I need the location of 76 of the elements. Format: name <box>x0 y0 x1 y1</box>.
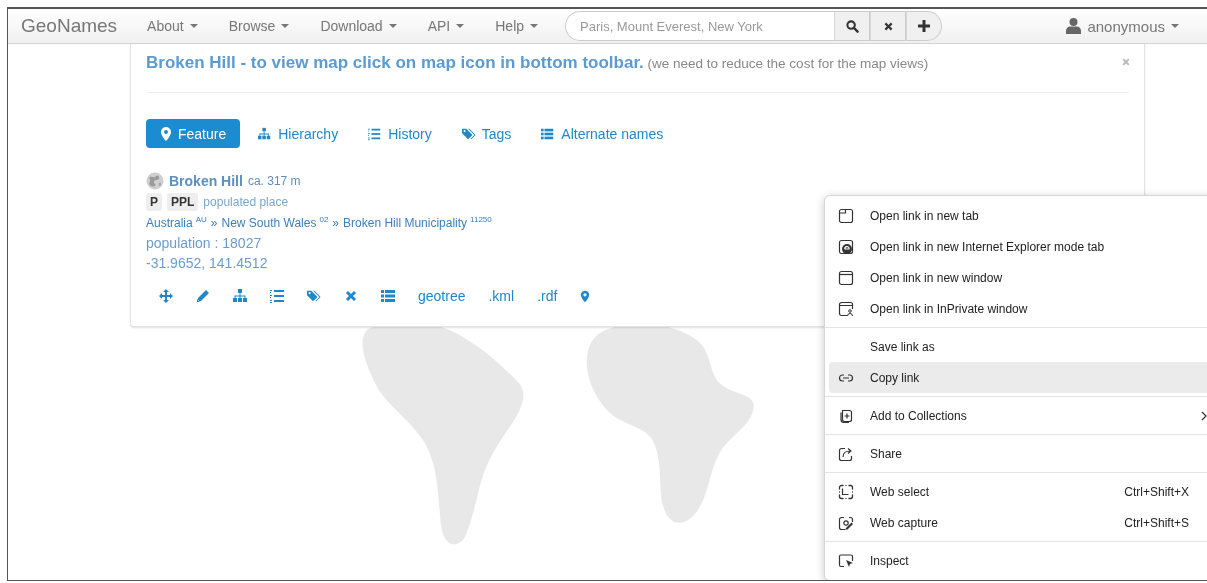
brand-link[interactable]: GeoNames <box>21 15 118 37</box>
user-icon <box>1066 18 1082 34</box>
toolbar-link[interactable]: .kml <box>488 288 515 304</box>
toolbar-link[interactable]: .rdf <box>537 288 558 304</box>
breadcrumb-link[interactable]: New South Wales $^{02}$ <box>221 215 329 230</box>
inspect-icon <box>838 552 854 569</box>
feature-code-label: P <box>146 192 162 211</box>
tab[interactable]: Tags <box>447 119 526 148</box>
search-icon <box>845 19 859 33</box>
tab[interactable]: History <box>354 119 446 148</box>
select-icon <box>838 483 854 500</box>
menu-item[interactable]: Copy link <box>829 362 1207 393</box>
collections-icon <box>838 407 854 424</box>
close-icon <box>882 20 894 32</box>
menu-item[interactable]: Web select Ctrl+Shift+X <box>829 476 1207 507</box>
menu-item[interactable]: Add to Collections <box>829 400 1207 431</box>
tags-icon[interactable] <box>307 289 321 303</box>
menu-item[interactable]: Open link in InPrivate window <box>829 293 1207 324</box>
menu-item[interactable]: Inspect <box>829 545 1207 576</box>
share-icon <box>838 445 854 462</box>
coordinates-text: -31.9652, 141.4512 <box>146 254 268 273</box>
breadcrumb-link[interactable]: Broken Hill Municipality $^{11250}$ <box>343 215 492 230</box>
window-icon <box>838 269 854 286</box>
nav-menu[interactable]: About <box>147 18 198 34</box>
user-menu[interactable]: anonymous <box>1066 17 1179 35</box>
nav-menu[interactable]: Browse <box>228 18 290 34</box>
tab[interactable]: Alternate names <box>527 119 678 148</box>
sitemap-icon[interactable] <box>233 289 247 303</box>
nav-menu[interactable]: Help <box>495 18 539 34</box>
toolbar-link[interactable]: geotree <box>418 288 466 304</box>
nav-menu[interactable]: API <box>427 18 465 34</box>
numbered-list-icon[interactable] <box>270 289 284 303</box>
caret-icon[interactable] <box>388 24 397 28</box>
globe-icon <box>146 171 164 190</box>
browser-page-icon <box>838 238 854 255</box>
close-icon[interactable] <box>344 289 358 303</box>
menu-item[interactable]: Open link in new Internet Explorer mode tab <box>829 231 1207 262</box>
menu-item[interactable]: Open link in new tab <box>829 200 1207 231</box>
numbered-list-icon <box>368 126 383 141</box>
move-icon[interactable] <box>159 289 173 303</box>
add-button[interactable] <box>906 11 943 41</box>
list-icon[interactable] <box>381 289 395 303</box>
pencil-icon[interactable] <box>196 289 210 303</box>
pin-icon[interactable] <box>580 289 591 303</box>
plus-icon <box>918 20 931 32</box>
caret-icon[interactable] <box>281 24 290 28</box>
feature-code-label: PPL <box>167 192 199 211</box>
nav-menu[interactable]: Download <box>320 18 397 34</box>
tab[interactable]: Hierarchy <box>244 119 353 148</box>
elevation-text: ca. 317 m <box>247 173 301 188</box>
breadcrumb-separator: » <box>332 215 340 230</box>
list-icon <box>541 126 556 141</box>
caret-icon[interactable] <box>1171 24 1179 28</box>
search-button[interactable] <box>834 11 871 41</box>
population-text: population : 18027 <box>146 234 262 253</box>
pin-icon <box>160 126 172 141</box>
feature-name-link[interactable]: Broken Hill <box>169 172 243 189</box>
caret-icon[interactable] <box>189 24 198 28</box>
feature-class-text: populated place <box>203 194 289 209</box>
clear-button[interactable] <box>870 11 907 41</box>
tab-icon <box>838 207 854 224</box>
menu-item[interactable]: Share <box>829 438 1207 469</box>
notice-text: Broken Hill - to view map click on map icon in bottom toolbar. (we need to reduce the cost for the map views) <box>146 53 929 73</box>
sitemap-icon <box>258 126 273 141</box>
menu-item[interactable]: Save link as <box>829 331 1207 362</box>
private-window-icon <box>838 300 854 317</box>
breadcrumb-link[interactable]: Australia $^{AU}$ <box>146 215 207 230</box>
search-field[interactable]: Paris, Mount Everest, New York <box>565 11 835 41</box>
tab[interactable]: Feature <box>146 119 241 148</box>
caret-icon[interactable] <box>456 24 465 28</box>
tags-icon <box>461 126 476 141</box>
breadcrumb-separator: » <box>210 215 218 230</box>
menu-item[interactable]: Web capture Ctrl+Shift+S <box>829 507 1207 538</box>
caret-icon[interactable] <box>530 24 539 28</box>
menu-item[interactable]: Open link in new window <box>829 262 1207 293</box>
capture-icon <box>838 514 854 531</box>
